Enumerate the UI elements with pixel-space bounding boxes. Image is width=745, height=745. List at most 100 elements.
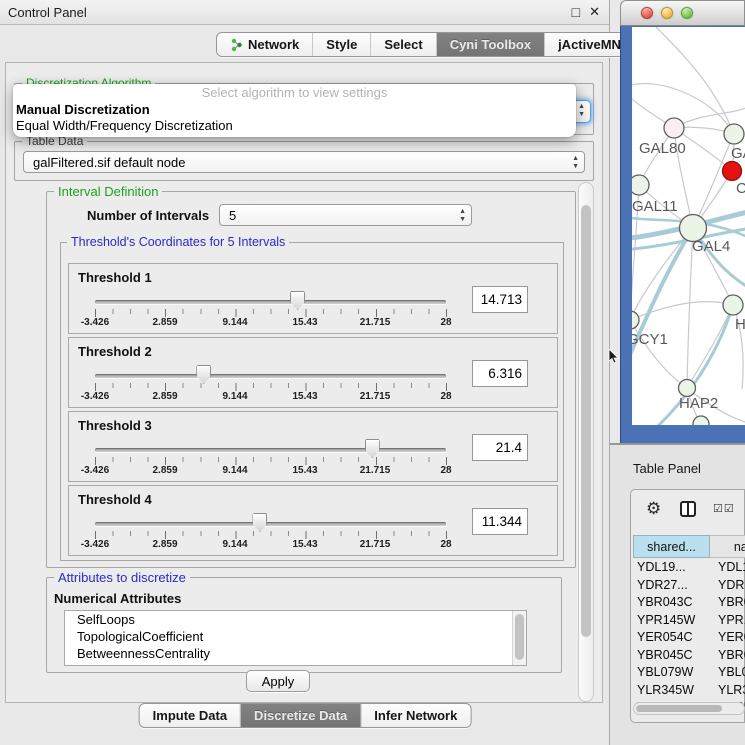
- threshold-1-slider-track[interactable]: [95, 300, 446, 304]
- network-view-window: GAL80 GA C GAL11 GAL4 GCY1 H HAP2: [620, 0, 745, 443]
- list-scrollbar[interactable]: [512, 611, 526, 665]
- cell-name[interactable]: YBR043C: [710, 595, 745, 613]
- cell-name[interactable]: YDL19...: [710, 560, 745, 578]
- tick-label: 2.859: [152, 391, 177, 402]
- table-row[interactable]: YBL079W YBL079W: [633, 665, 745, 683]
- tab-style[interactable]: Style: [312, 33, 370, 56]
- network-canvas[interactable]: GAL80 GA C GAL11 GAL4 GCY1 H HAP2: [632, 27, 745, 425]
- tab-impute-data[interactable]: Impute Data: [140, 704, 240, 727]
- node-hap2[interactable]: [679, 380, 696, 397]
- node-partial-top-right[interactable]: [724, 124, 744, 144]
- float-window-icon[interactable]: □: [572, 4, 580, 20]
- tick-labels: -3.426 2.859 9.144 15.43 21.715 28: [69, 465, 557, 477]
- cell-shared-name[interactable]: YLR345W: [633, 683, 710, 701]
- main-scrollbar-thumb[interactable]: [581, 205, 591, 637]
- stepper-up-icon: ▲: [459, 208, 466, 216]
- threshold-3-value-field[interactable]: [472, 434, 528, 461]
- tick-label: 2.859: [152, 317, 177, 328]
- cell-shared-name[interactable]: YER054C: [633, 630, 710, 648]
- threshold-4-value-field[interactable]: [472, 508, 528, 535]
- table-panel-window: ⚙ ☑☑ shared... name YDL19... YDL19... YD…: [630, 489, 745, 723]
- tick-marks-major: [95, 383, 447, 391]
- table-row[interactable]: YDL19... YDL19...: [633, 560, 745, 578]
- table-body: YDL19... YDL19... YDR27... YDR27... YBR0…: [633, 560, 745, 718]
- column-header-shared-name[interactable]: shared...: [633, 535, 710, 558]
- cell-shared-name[interactable]: YPR145W: [633, 613, 710, 631]
- minimize-traffic-light-icon[interactable]: [661, 7, 673, 19]
- zoom-traffic-light-icon[interactable]: [681, 7, 693, 19]
- tab-network[interactable]: Network: [217, 33, 312, 56]
- node-label-gal4: GAL4: [692, 238, 730, 255]
- tick-label: 28: [440, 465, 451, 476]
- node-gcy1[interactable]: [632, 311, 639, 329]
- cell-name[interactable]: YER054C: [710, 630, 745, 648]
- apply-button[interactable]: Apply: [246, 670, 310, 692]
- node-red-selected[interactable]: [723, 162, 742, 181]
- table-horizontal-scrollbar[interactable]: [633, 702, 745, 715]
- tab-discretize-data[interactable]: Discretize Data: [240, 704, 360, 727]
- popup-option-manual-discretization[interactable]: Manual Discretization: [13, 102, 576, 118]
- cell-name[interactable]: YLR345W: [710, 683, 745, 701]
- tab-select[interactable]: Select: [370, 33, 435, 56]
- cell-shared-name[interactable]: YDR27...: [633, 578, 710, 596]
- table-row[interactable]: YDR27... YDR27...: [633, 578, 745, 596]
- threshold-2-slider-track[interactable]: [95, 374, 446, 378]
- node-partial-bottom[interactable]: [693, 416, 709, 425]
- cell-shared-name[interactable]: YBR045C: [633, 648, 710, 666]
- cell-shared-name[interactable]: YDL19...: [633, 560, 710, 578]
- main-scrollbar[interactable]: [578, 182, 594, 702]
- cell-name[interactable]: YBR045C: [710, 648, 745, 666]
- table-row[interactable]: YER054C YER054C: [633, 630, 745, 648]
- cell-name[interactable]: YDR27...: [710, 578, 745, 596]
- popup-hint: Select algorithm to view settings: [13, 84, 576, 102]
- tick-label: 9.144: [222, 391, 247, 402]
- column-layout-icon[interactable]: [680, 501, 696, 517]
- threshold-4-slider-thumb[interactable]: [252, 513, 267, 532]
- table-data-combo-value: galFiltered.sif default node: [33, 155, 185, 170]
- select-columns-icon[interactable]: ☑☑: [713, 502, 735, 515]
- stepper-down-icon: ▼: [578, 111, 585, 119]
- table-row[interactable]: YBR045C YBR045C: [633, 648, 745, 666]
- stepper-down-icon: ▼: [459, 216, 466, 224]
- threshold-1-value-field[interactable]: [472, 286, 528, 313]
- close-traffic-light-icon[interactable]: [641, 7, 653, 19]
- threshold-1-slider-thumb[interactable]: [290, 291, 305, 310]
- column-header-name[interactable]: name: [710, 535, 745, 558]
- list-item[interactable]: BetweennessCentrality: [65, 645, 526, 662]
- node-gal11[interactable]: [632, 175, 649, 195]
- threshold-2-slider-thumb[interactable]: [196, 365, 211, 384]
- node-h[interactable]: [723, 295, 743, 315]
- gear-icon[interactable]: ⚙: [646, 499, 661, 519]
- list-item[interactable]: SelfLoops: [65, 611, 526, 628]
- table-horizontal-scrollbar-thumb[interactable]: [636, 705, 722, 712]
- tick-label: 2.859: [152, 539, 177, 550]
- cell-shared-name[interactable]: YBR043C: [633, 595, 710, 613]
- tick-label: 21.715: [360, 391, 391, 402]
- cell-shared-name[interactable]: YBL079W: [633, 665, 710, 683]
- number-of-intervals-value: 5: [229, 208, 236, 223]
- number-of-intervals-combo[interactable]: 5 ▲ ▼: [219, 204, 472, 226]
- threshold-3-slider-thumb[interactable]: [365, 439, 380, 458]
- close-window-icon[interactable]: ✕: [589, 4, 600, 20]
- tab-cyni-toolbox[interactable]: Cyni Toolbox: [436, 33, 544, 56]
- cell-name[interactable]: YBL079W: [710, 665, 745, 683]
- list-item[interactable]: TopologicalCoefficient: [65, 628, 526, 645]
- node-gal80[interactable]: [664, 118, 684, 138]
- tick-marks-major: [95, 457, 447, 465]
- tick-labels: -3.426 2.859 9.144 15.43 21.715 28: [69, 391, 557, 403]
- table-row[interactable]: YLR345W YLR345W: [633, 683, 745, 701]
- table-row[interactable]: YPR145W YPR145W: [633, 613, 745, 631]
- threshold-4-slider-track[interactable]: [95, 522, 446, 526]
- table-data-combo[interactable]: galFiltered.sif default node ▲ ▼: [23, 151, 585, 173]
- threshold-2-panel: Threshold 2 -3.426 2.859 9.144 15.43 21.…: [68, 337, 558, 408]
- popup-option-equal-width[interactable]: Equal Width/Frequency Discretization: [13, 118, 576, 134]
- node-label-partial-c: C: [736, 180, 745, 197]
- list-scrollbar-thumb[interactable]: [515, 614, 524, 660]
- tick-label: 28: [440, 391, 451, 402]
- threshold-2-value-field[interactable]: [472, 360, 528, 387]
- threshold-3-label: Threshold 3: [78, 418, 152, 433]
- threshold-3-slider-track[interactable]: [95, 448, 446, 452]
- tab-infer-network[interactable]: Infer Network: [360, 704, 470, 727]
- table-row[interactable]: YBR043C YBR043C: [633, 595, 745, 613]
- cell-name[interactable]: YPR145W: [710, 613, 745, 631]
